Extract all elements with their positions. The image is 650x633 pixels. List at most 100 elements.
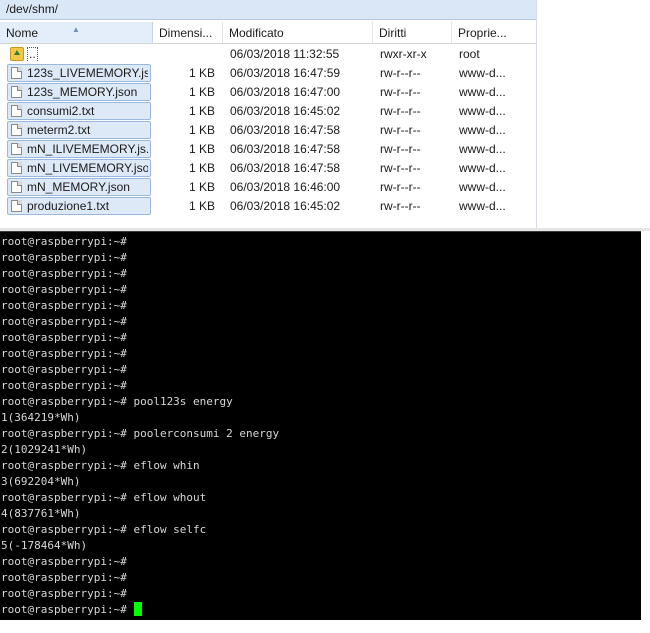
- path-bar[interactable]: /dev/shm/: [0, 0, 536, 20]
- file-row-parent[interactable]: .. 06/03/2018 11:32:55 rwxr-xr-x root: [0, 45, 536, 64]
- column-header-permissions[interactable]: Diritti: [373, 22, 452, 43]
- terminal-line: root@raspberrypi:~#: [1, 283, 127, 296]
- file-owner: www-d...: [459, 123, 506, 137]
- file-owner: www-d...: [459, 180, 506, 194]
- file-owner: www-d...: [459, 142, 506, 156]
- file-owner: root: [459, 47, 480, 61]
- file-icon: [11, 200, 22, 212]
- terminal-output-line: 2(1029241*Wh): [1, 443, 88, 456]
- file-name: consumi2.txt: [27, 104, 95, 118]
- file-permissions: rw-r--r--: [380, 180, 421, 194]
- file-row[interactable]: mN_LIVEMEMORY.json 1 KB 06/03/2018 16:47…: [0, 159, 536, 178]
- file-permissions: rw-r--r--: [380, 123, 421, 137]
- file-size: [153, 45, 215, 64]
- column-header-name[interactable]: ▲ Nome: [0, 22, 153, 43]
- terminal-active-line[interactable]: root@raspberrypi:~#: [0, 602, 641, 618]
- file-permissions: rw-r--r--: [380, 104, 421, 118]
- file-size: 1 KB: [188, 199, 215, 213]
- file-icon: [11, 86, 22, 98]
- terminal-line: root@raspberrypi:~#: [1, 299, 127, 312]
- column-header-modified[interactable]: Modificato: [223, 22, 373, 43]
- file-row[interactable]: mN_MEMORY.json 1 KB 06/03/2018 16:46:00 …: [0, 178, 536, 197]
- file-size: 1 KB: [188, 142, 215, 156]
- file-name: mN_MEMORY.json: [27, 180, 130, 194]
- terminal-line: root@raspberrypi:~#: [1, 555, 127, 568]
- terminal-line: root@raspberrypi:~# eflow selfc: [1, 523, 207, 536]
- file-permissions: rwxr-xr-x: [380, 47, 427, 61]
- file-size: 1 KB: [188, 85, 215, 99]
- terminal-output-line: 1(364219*Wh): [1, 411, 81, 424]
- file-name: mN_ILIVEMEMORY.js...: [27, 142, 148, 156]
- terminal-line: root@raspberrypi:~#: [1, 571, 127, 584]
- file-row[interactable]: produzione1.txt 1 KB 06/03/2018 16:45:02…: [0, 197, 536, 216]
- file-modified: 06/03/2018 16:47:58: [230, 161, 341, 175]
- file-row[interactable]: consumi2.txt 1 KB 06/03/2018 16:45:02 rw…: [0, 102, 536, 121]
- file-icon: [11, 162, 22, 174]
- terminal-output-line: 5(-178464*Wh): [1, 539, 88, 552]
- terminal-line: root@raspberrypi:~#: [1, 347, 127, 360]
- terminal-line: root@raspberrypi:~#: [1, 379, 127, 392]
- terminal-line: root@raspberrypi:~# poolerconsumi 2 ener…: [1, 427, 280, 440]
- file-modified: 06/03/2018 16:47:00: [230, 85, 341, 99]
- sort-ascending-icon: ▲: [72, 25, 80, 34]
- parent-folder-icon: [10, 47, 24, 61]
- column-header: ▲ Nome Dimensi... Modificato Diritti Pro…: [0, 22, 536, 44]
- file-modified: 06/03/2018 16:45:02: [230, 104, 341, 118]
- file-icon: [11, 67, 22, 79]
- file-size: 1 KB: [188, 161, 215, 175]
- file-permissions: rw-r--r--: [380, 142, 421, 156]
- file-name: 123s_MEMORY.json: [27, 85, 138, 99]
- file-owner: www-d...: [459, 104, 506, 118]
- file-modified: 06/03/2018 16:47:59: [230, 66, 341, 80]
- file-permissions: rw-r--r--: [380, 66, 421, 80]
- current-path: /dev/shm/: [6, 2, 59, 16]
- file-manager-panel: /dev/shm/ ▲ Nome Dimensi... Modificato D…: [0, 0, 537, 228]
- file-owner: www-d...: [459, 85, 506, 99]
- terminal-line: root@raspberrypi:~# eflow whin: [1, 459, 200, 472]
- file-icon: [11, 105, 22, 117]
- file-modified: 06/03/2018 16:46:00: [230, 180, 341, 194]
- file-name: produzione1.txt: [27, 199, 110, 213]
- file-name: meterm2.txt: [27, 123, 91, 137]
- file-owner: www-d...: [459, 161, 506, 175]
- file-modified: 06/03/2018 16:47:58: [230, 123, 341, 137]
- file-row[interactable]: mN_ILIVEMEMORY.js... 1 KB 06/03/2018 16:…: [0, 140, 536, 159]
- file-permissions: rw-r--r--: [380, 85, 421, 99]
- file-name: ..: [27, 47, 38, 62]
- file-size: 1 KB: [188, 66, 215, 80]
- file-icon: [11, 143, 22, 155]
- terminal-output-line: 4(837761*Wh): [1, 507, 81, 520]
- terminal-line: root@raspberrypi:~#: [1, 315, 127, 328]
- file-row[interactable]: 123s_MEMORY.json 1 KB 06/03/2018 16:47:0…: [0, 83, 536, 102]
- file-permissions: rw-r--r--: [380, 199, 421, 213]
- terminal-prompt: root@raspberrypi:~#: [1, 603, 134, 616]
- file-name: mN_LIVEMEMORY.json: [27, 161, 148, 175]
- terminal-line: root@raspberrypi:~#: [1, 267, 127, 280]
- terminal-output-line: 3(692204*Wh): [1, 475, 81, 488]
- file-modified: 06/03/2018 16:45:02: [230, 199, 341, 213]
- file-row[interactable]: meterm2.txt 1 KB 06/03/2018 16:47:58 rw-…: [0, 121, 536, 140]
- file-row[interactable]: 123s_LIVEMEMORY.js... 1 KB 06/03/2018 16…: [0, 64, 536, 83]
- terminal-line: root@raspberrypi:~#: [1, 251, 127, 264]
- file-owner: www-d...: [459, 199, 506, 213]
- file-modified: 06/03/2018 11:32:55: [230, 47, 340, 61]
- file-icon: [11, 181, 22, 193]
- file-size: 1 KB: [188, 123, 215, 137]
- file-size: 1 KB: [188, 180, 215, 194]
- file-owner: www-d...: [459, 66, 506, 80]
- terminal-line: root@raspberrypi:~#: [1, 363, 127, 376]
- file-list: .. 06/03/2018 11:32:55 rwxr-xr-x root 12…: [0, 45, 536, 216]
- terminal-line: root@raspberrypi:~# pool123s energy: [1, 395, 233, 408]
- column-header-owner[interactable]: Proprie...: [452, 22, 536, 43]
- terminal-cursor: [134, 602, 143, 616]
- file-icon: [11, 124, 22, 136]
- terminal-line: root@raspberrypi:~#: [1, 587, 127, 600]
- terminal-line: root@raspberrypi:~#: [1, 331, 127, 344]
- terminal-line: root@raspberrypi:~# eflow whout: [1, 491, 207, 504]
- terminal-window[interactable]: root@raspberrypi:~# root@raspberrypi:~# …: [0, 231, 641, 620]
- file-permissions: rw-r--r--: [380, 161, 421, 175]
- file-name: 123s_LIVEMEMORY.js...: [27, 66, 148, 80]
- file-size: 1 KB: [188, 104, 215, 118]
- file-modified: 06/03/2018 16:47:58: [230, 142, 341, 156]
- column-header-size[interactable]: Dimensi...: [153, 22, 223, 43]
